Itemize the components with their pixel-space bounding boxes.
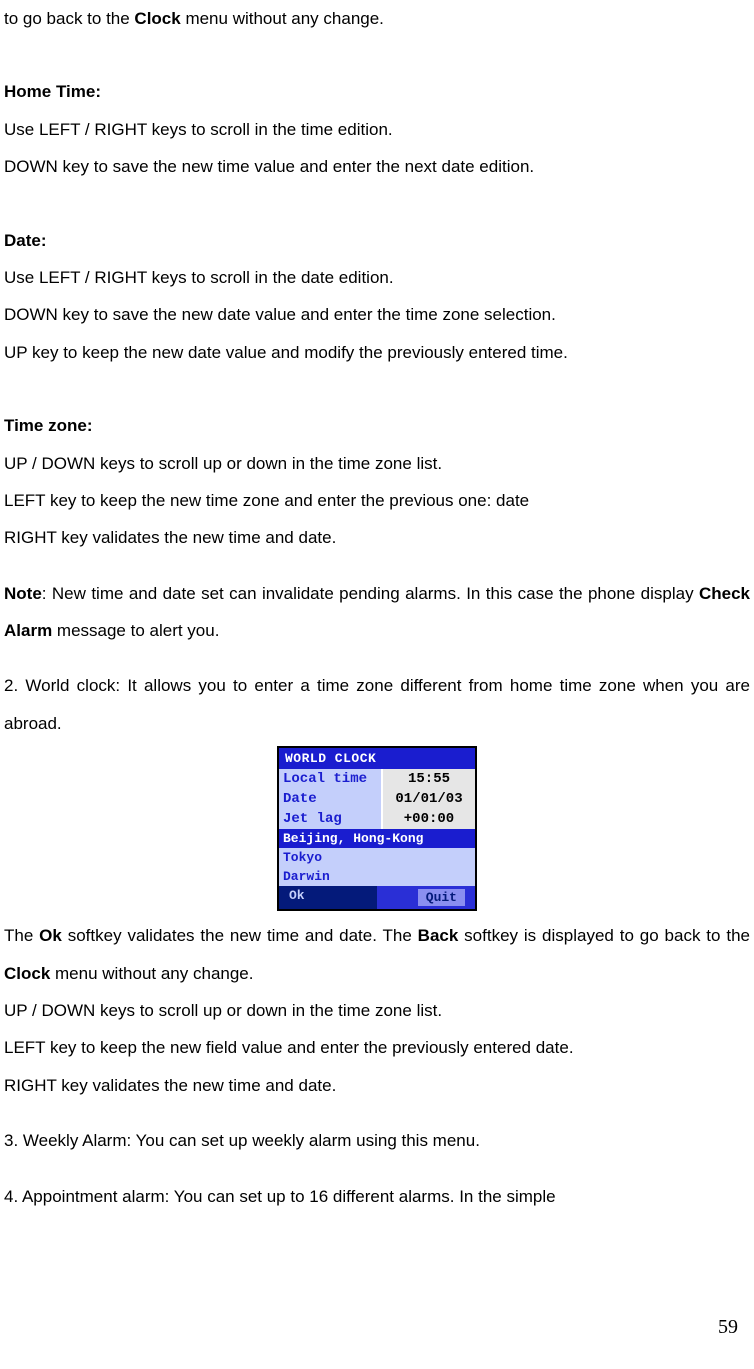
text-line: UP / DOWN keys to scroll up or down in t… xyxy=(4,992,750,1029)
paragraph-after-phone: The Ok softkey validates the new time an… xyxy=(4,917,750,992)
heading-home-time: Home Time: xyxy=(4,73,750,110)
text: message to alert you. xyxy=(52,621,219,640)
phone-screen: WORLD CLOCK Local time 15:55 Date 01/01/… xyxy=(277,746,477,911)
text-line: RIGHT key validates the new time and dat… xyxy=(4,519,750,556)
text-line: DOWN key to save the new time value and … xyxy=(4,148,750,185)
text: New time and date set can invalidate pen… xyxy=(52,584,699,603)
phone-list-item-selected: Beijing, Hong-Kong xyxy=(279,829,475,848)
phone-softkey-left: Ok xyxy=(279,886,377,909)
text: softkey validates the new time and date.… xyxy=(62,926,418,945)
phone-field-label: Local time xyxy=(279,769,381,789)
phone-field-value: 15:55 xyxy=(381,769,475,789)
phone-field-label: Date xyxy=(279,789,381,809)
phone-field-label: Jet lag xyxy=(279,809,381,829)
phone-timezone-list: Beijing, Hong-Kong Tokyo Darwin xyxy=(279,829,475,886)
phone-field-date: Date 01/01/03 xyxy=(279,789,475,809)
weekly-alarm-line: 3. Weekly Alarm: You can set up weekly a… xyxy=(4,1122,750,1159)
text: : xyxy=(42,584,52,603)
page-number: 59 xyxy=(718,1316,738,1339)
text-line: UP / DOWN keys to scroll up or down in t… xyxy=(4,445,750,482)
world-clock-intro: 2. World clock: It allows you to enter a… xyxy=(4,667,750,742)
text-bold-ok: Ok xyxy=(39,926,62,945)
text: menu without any change. xyxy=(181,9,384,28)
phone-softkey-right: Quit xyxy=(377,886,475,909)
phone-field-local-time: Local time 15:55 xyxy=(279,769,475,789)
text: menu without any change. xyxy=(50,964,253,983)
text-line: LEFT key to keep the new time zone and e… xyxy=(4,482,750,519)
phone-list-item: Darwin xyxy=(279,867,475,886)
text-line: Use LEFT / RIGHT keys to scroll in the t… xyxy=(4,111,750,148)
phone-softkey-bar: Ok Quit xyxy=(279,886,475,909)
phone-screenshot: WORLD CLOCK Local time 15:55 Date 01/01/… xyxy=(4,746,750,911)
phone-field-jetlag: Jet lag +00:00 xyxy=(279,809,475,829)
note-label: Note xyxy=(4,584,42,603)
phone-softkey-right-label: Quit xyxy=(418,889,465,906)
phone-field-value: 01/01/03 xyxy=(381,789,475,809)
text-bold-clock: Clock xyxy=(134,9,180,28)
document-page: to go back to the Clock menu without any… xyxy=(0,0,754,1369)
text: to go back to the xyxy=(4,9,134,28)
phone-list-item: Tokyo xyxy=(279,848,475,867)
text-line: LEFT key to keep the new field value and… xyxy=(4,1029,750,1066)
paragraph-continued: to go back to the Clock menu without any… xyxy=(4,0,750,37)
text-bold-back: Back xyxy=(418,926,459,945)
phone-title-bar: WORLD CLOCK xyxy=(279,748,475,769)
text: The xyxy=(4,926,39,945)
text-line: RIGHT key validates the new time and dat… xyxy=(4,1067,750,1104)
text-line: DOWN key to save the new date value and … xyxy=(4,296,750,333)
phone-field-value: +00:00 xyxy=(381,809,475,829)
text-line: Use LEFT / RIGHT keys to scroll in the d… xyxy=(4,259,750,296)
text-bold-clock: Clock xyxy=(4,964,50,983)
heading-time-zone: Time zone: xyxy=(4,407,750,444)
appointment-alarm-line: 4. Appointment alarm: You can set up to … xyxy=(4,1178,750,1215)
heading-date: Date: xyxy=(4,222,750,259)
text: softkey is displayed to go back to the xyxy=(458,926,750,945)
text-line: UP key to keep the new date value and mo… xyxy=(4,334,750,371)
note-paragraph: Note: New time and date set can invalida… xyxy=(4,575,750,650)
